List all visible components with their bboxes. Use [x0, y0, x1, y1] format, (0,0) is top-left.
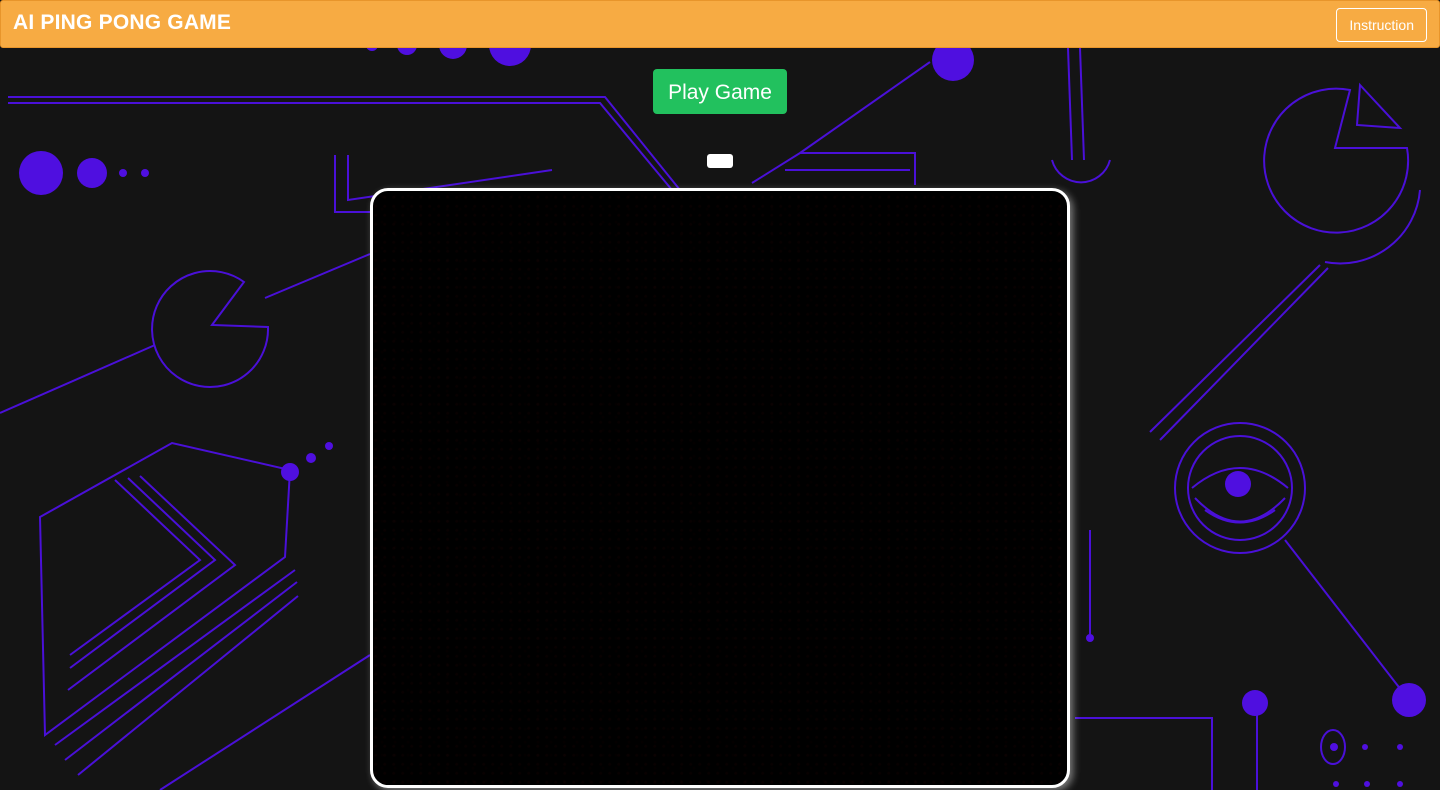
top-navbar: AI PING PONG GAME Instruction: [0, 0, 1440, 48]
app-title: AI PING PONG GAME: [13, 11, 232, 34]
game-board-canvas[interactable]: [370, 188, 1070, 788]
score-display: [707, 154, 733, 168]
game-page: AI PING PONG GAME Instruction Play Game: [0, 0, 1440, 790]
play-game-button[interactable]: Play Game: [653, 69, 787, 114]
instruction-button[interactable]: Instruction: [1336, 8, 1427, 42]
board-texture: [373, 191, 1067, 785]
